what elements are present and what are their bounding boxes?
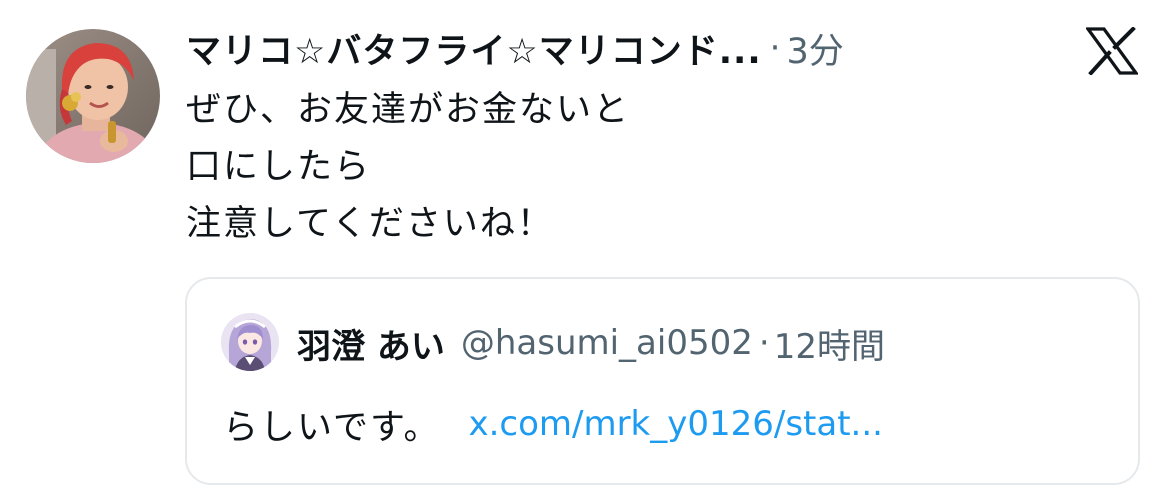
quoted-tweet-body: らしいです。 x.com/mrk_y0126/stat... [223,399,883,449]
quoted-tweet-link[interactable]: x.com/mrk_y0126/stat... [468,404,883,444]
quoted-author-display-name[interactable]: 羽澄 あい [297,319,445,368]
tweet-text: ぜひ、お友達がお金ないと 口にしたら 注意してくださいね！ [186,82,1066,253]
tweet-timestamp[interactable]: 3分 [786,23,843,74]
quoted-author-handle[interactable]: @hasumi_ai0502 [461,323,753,363]
quoted-header-separator: · [758,323,770,363]
tweet-text-line: ぜひ、お友達がお金ないと [186,90,631,130]
quoted-tweet-timestamp[interactable]: 12時間 [774,319,885,368]
quoted-tweet-header: 羽澄 あい @hasumi_ai0502 · 12時間 [297,319,885,367]
avatar-image [26,29,160,163]
quoted-tweet-text: らしいです。 [223,407,441,448]
tweet-header: マリコ☆バタフライ☆マリコンド... · 3分 [186,22,844,74]
quoted-author-avatar[interactable] [221,313,279,371]
x-logo-icon[interactable] [1084,26,1140,76]
author-avatar[interactable] [26,29,160,163]
author-display-name[interactable]: マリコ☆バタフライ☆マリコンド... [186,23,762,74]
tweet-text-line: 注意してくださいね！ [186,204,554,244]
quoted-avatar-image [221,313,279,371]
header-separator: · [769,28,781,68]
quoted-tweet-card[interactable]: 羽澄 あい @hasumi_ai0502 · 12時間 らしいです。 x.com… [185,277,1140,485]
tweet-text-line: 口にしたら [186,147,372,187]
